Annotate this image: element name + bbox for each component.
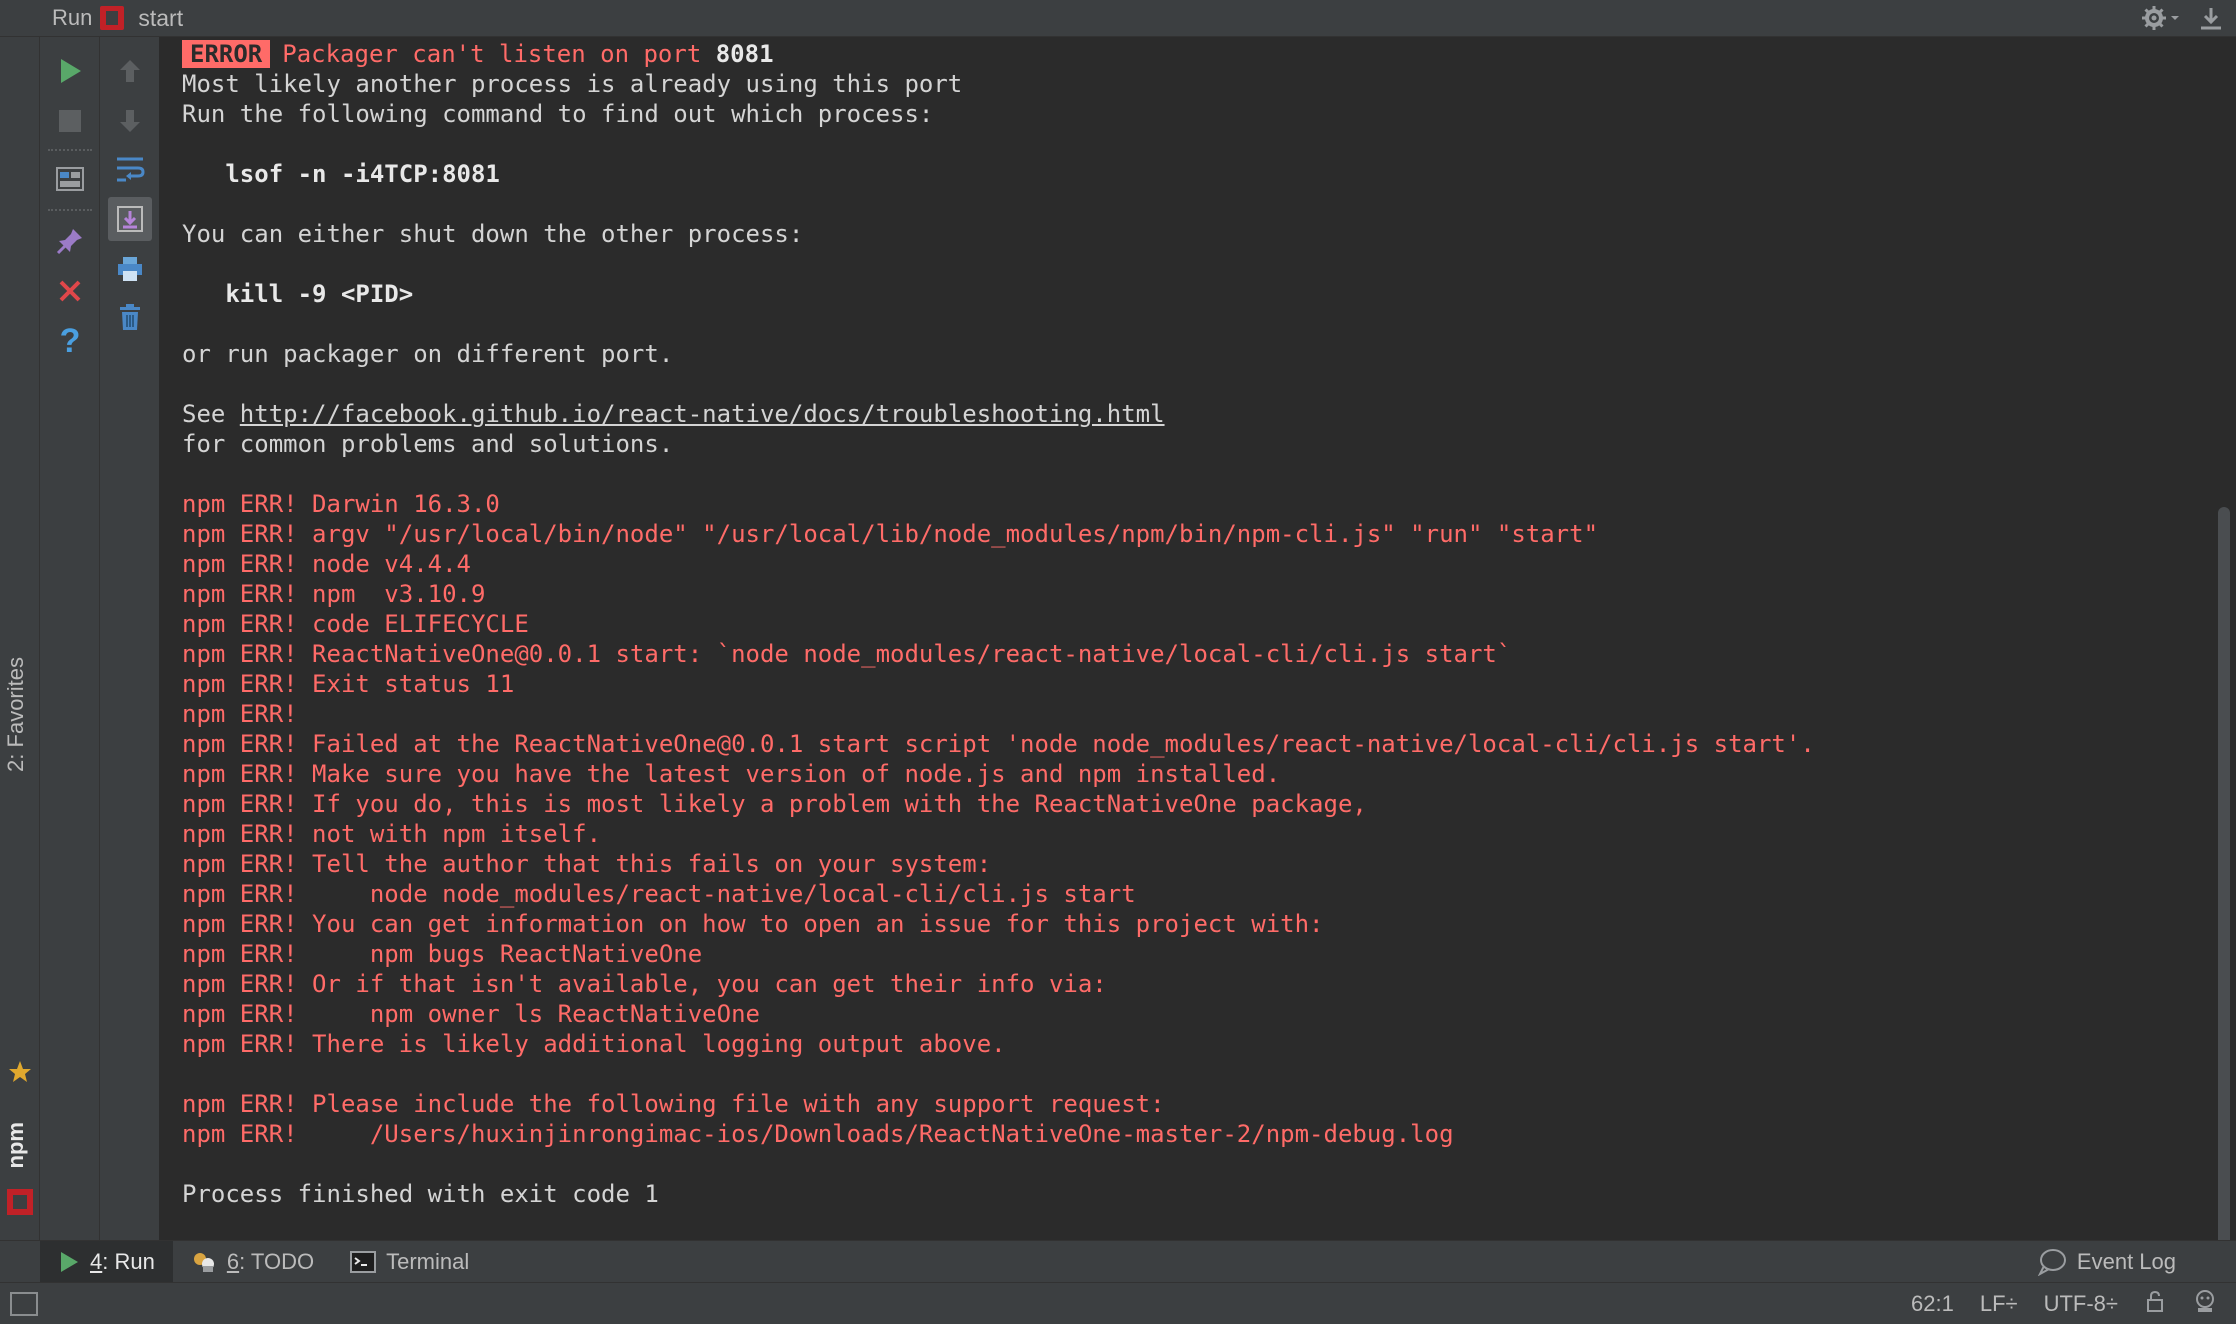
event-log-label: Event Log <box>2076 1249 2176 1274</box>
console-line: npm ERR! <box>182 700 298 728</box>
error-message: Packager can't listen on port <box>282 40 702 68</box>
left-tool-strip: 2: Favorites npm <box>0 37 40 1240</box>
console-line: npm ERR! npm bugs ReactNativeOne <box>182 940 703 968</box>
console-line: npm ERR! Exit status 11 <box>182 670 515 698</box>
terminal-tab-label: Terminal <box>386 1248 470 1274</box>
console-line: npm ERR! not with npm itself. <box>182 820 602 848</box>
console-line: npm ERR! Failed at the ReactNativeOne@0.… <box>182 730 1815 758</box>
console-line: kill -9 <PID> <box>182 280 414 308</box>
run-tool-window-header: Run start <box>0 0 2236 37</box>
console-line: lsof -n -i4TCP:8081 <box>182 160 500 188</box>
console-output[interactable]: ERROR Packager can't listen on port 8081 M… <box>161 37 2206 1240</box>
soft-wrap-icon[interactable] <box>100 147 160 191</box>
trash-icon[interactable] <box>100 295 160 339</box>
print-icon[interactable] <box>100 247 160 291</box>
console-line: npm ERR! You can get information on how … <box>182 910 1324 938</box>
down-arrow-icon[interactable] <box>100 99 160 143</box>
run-tab-number: 4 <box>90 1248 103 1274</box>
toggle-tool-windows-icon[interactable] <box>10 1291 38 1316</box>
close-icon[interactable] <box>40 269 100 313</box>
terminal-icon <box>350 1250 377 1273</box>
run-config-tab[interactable]: start <box>138 5 183 32</box>
line-separator[interactable]: LF÷ <box>1980 1291 2018 1317</box>
console-line: Run the following command to find out wh… <box>182 100 934 128</box>
npm-icon <box>100 6 125 30</box>
console-line: npm ERR! npm owner ls ReactNativeOne <box>182 1000 760 1028</box>
console-line: npm ERR! Make sure you have the latest v… <box>182 760 1281 788</box>
console-line: npm ERR! If you do, this is most likely … <box>182 790 1367 818</box>
status-bar: 62:1 LF÷ UTF-8÷ <box>0 1282 2236 1324</box>
caret-position[interactable]: 62:1 <box>1911 1291 1954 1317</box>
stop-icon[interactable] <box>40 99 100 143</box>
run-label: Run <box>52 5 93 30</box>
console-line: npm ERR! /Users/huxinjinrongimac-ios/Dow… <box>182 1120 1454 1148</box>
console-line: npm ERR! There is likely additional logg… <box>182 1030 1006 1058</box>
console-line: Process finished with exit code 1 <box>182 1180 659 1208</box>
console-line: npm ERR! Tell the author that this fails… <box>182 850 992 878</box>
console-scrollbar[interactable] <box>2218 507 2230 1267</box>
console-line: npm ERR! argv "/usr/local/bin/node" "/us… <box>182 520 1599 548</box>
tab-run[interactable]: 4: Run <box>40 1240 173 1283</box>
console-line: or run packager on different port. <box>182 340 674 368</box>
console-line: npm ERR! ReactNativeOne@0.0.1 start: `no… <box>182 640 1512 668</box>
run-tab-label: : Run <box>102 1248 155 1274</box>
settings-gear-icon[interactable] <box>2140 4 2180 37</box>
console-scroll-track <box>2206 37 2236 1267</box>
console-line: npm ERR! Darwin 16.3.0 <box>182 490 500 518</box>
lock-icon[interactable] <box>2144 1289 2166 1319</box>
event-log-button[interactable]: Event Log <box>2037 1241 2176 1283</box>
troubleshooting-link[interactable]: http://facebook.github.io/react-native/d… <box>240 400 1165 428</box>
error-port: 8081 <box>715 40 774 68</box>
console-line: npm ERR! code ELIFECYCLE <box>182 610 529 638</box>
see-line: See http://facebook.github.io/react-nati… <box>182 399 2206 429</box>
favorites-tab[interactable]: 2: Favorites <box>3 657 29 772</box>
tab-todo[interactable]: 6: TODO <box>173 1241 332 1283</box>
npm-logo-icon <box>7 1189 33 1215</box>
see-prefix: See <box>182 400 240 428</box>
console-line: npm ERR! Please include the following fi… <box>182 1090 1165 1118</box>
event-log-icon <box>2037 1249 2066 1276</box>
console-line: You can either shut down the other proce… <box>182 220 804 248</box>
console-line: npm ERR! Or if that isn't available, you… <box>182 970 1107 998</box>
run-toolbar-secondary <box>100 37 160 1240</box>
todo-tab-number: 6 <box>226 1248 240 1274</box>
todo-tab-label: : TODO <box>239 1248 315 1274</box>
help-icon[interactable]: ? <box>40 319 100 363</box>
layout-icon[interactable] <box>40 157 100 201</box>
bottom-tool-tabs: 4: Run 6: TODO Terminal Event Log <box>0 1240 2236 1283</box>
pin-icon[interactable] <box>40 219 100 263</box>
todo-icon <box>193 1252 214 1272</box>
console-line: npm ERR! node node_modules/react-native/… <box>182 880 1136 908</box>
hide-panel-icon[interactable] <box>2198 4 2224 37</box>
star-icon <box>7 1059 33 1090</box>
run-tab-icon <box>61 1251 78 1272</box>
npm-tab[interactable]: npm <box>3 1122 29 1168</box>
error-line: ERROR Packager can't listen on port 8081 <box>182 39 2206 69</box>
console-line: Most likely another process is already u… <box>182 70 963 98</box>
up-arrow-icon[interactable] <box>100 49 160 93</box>
tab-terminal[interactable]: Terminal <box>332 1241 487 1283</box>
scroll-to-end-icon[interactable] <box>100 197 160 241</box>
file-encoding[interactable]: UTF-8÷ <box>2044 1291 2118 1317</box>
console-line: npm ERR! npm v3.10.9 <box>182 580 486 608</box>
run-toolbar-primary: ? <box>40 37 100 1240</box>
rerun-icon[interactable] <box>40 49 100 93</box>
console-line: for common problems and solutions. <box>182 430 674 458</box>
console-line: npm ERR! node v4.4.4 <box>182 550 471 578</box>
error-tag: ERROR <box>182 40 271 68</box>
inspector-icon[interactable] <box>2192 1288 2218 1320</box>
